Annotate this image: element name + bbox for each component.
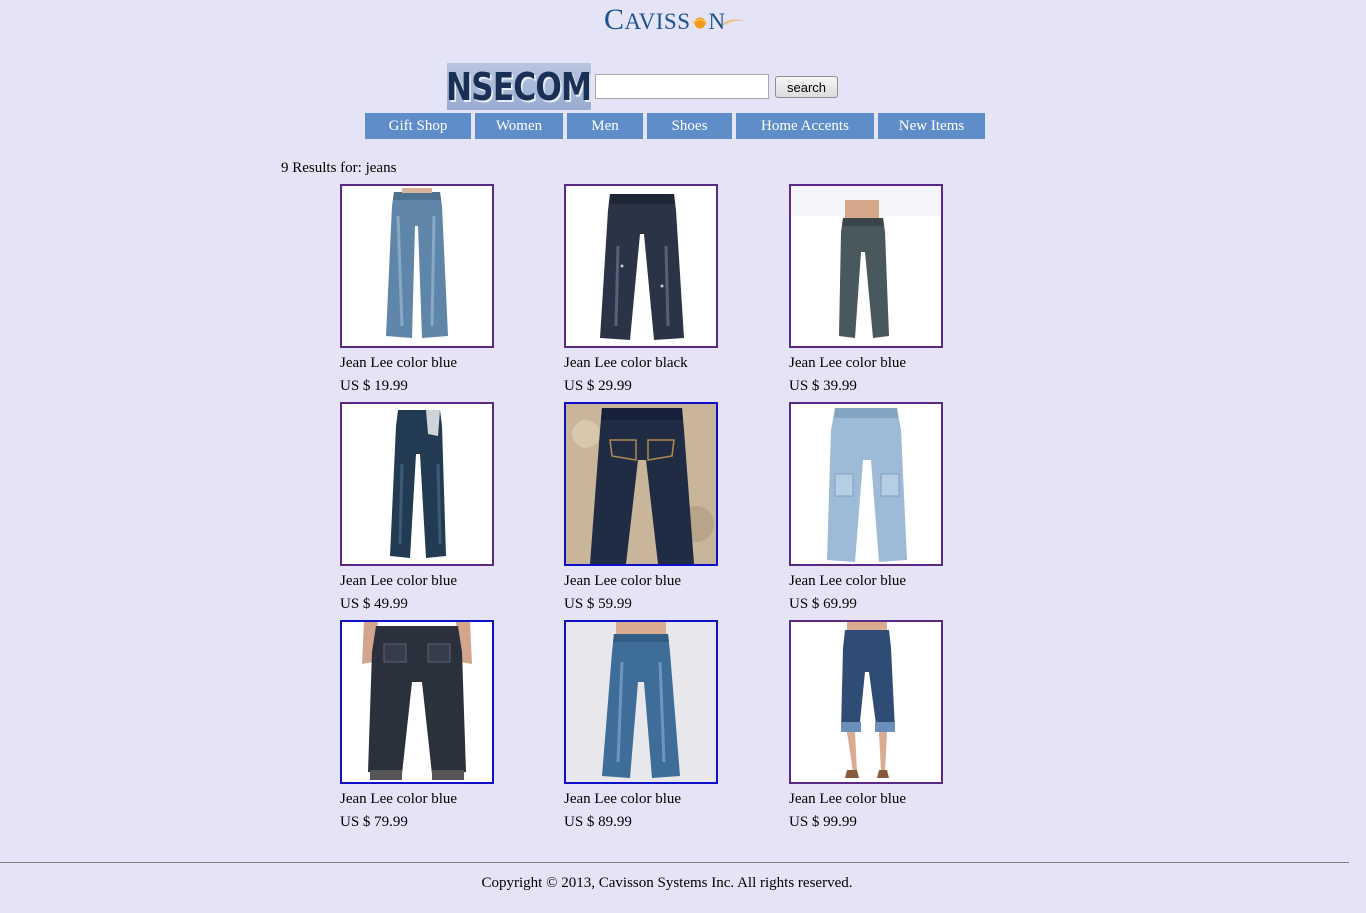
flare-jeans-photo bbox=[566, 622, 716, 782]
swoosh-icon bbox=[721, 19, 744, 26]
product-image-link[interactable] bbox=[564, 184, 718, 348]
product-price: US $ 99.99 bbox=[789, 814, 857, 830]
product-name[interactable]: Jean Lee color black bbox=[564, 354, 764, 372]
nav-new-items[interactable]: New Items bbox=[878, 113, 985, 139]
product-image-link[interactable] bbox=[789, 402, 943, 566]
product-image-link[interactable] bbox=[564, 402, 718, 566]
nsecom-banner: NSECOM bbox=[446, 63, 592, 110]
search-button[interactable]: search bbox=[775, 76, 838, 98]
back-view-jeans-photo bbox=[342, 622, 492, 782]
product-image-link[interactable] bbox=[340, 184, 494, 348]
product-price: US $ 89.99 bbox=[564, 814, 632, 830]
product-card: Jean Lee color blue US $ 79.99 bbox=[340, 620, 540, 831]
product-name[interactable]: Jean Lee color blue bbox=[340, 572, 540, 590]
logo-text: CAVISS bbox=[604, 3, 691, 36]
nav-men[interactable]: Men bbox=[567, 113, 643, 139]
nav-home-accents[interactable]: Home Accents bbox=[736, 113, 874, 139]
dark-wash-jeans-photo bbox=[566, 186, 716, 346]
product-name[interactable]: Jean Lee color blue bbox=[340, 790, 540, 808]
product-price: US $ 39.99 bbox=[789, 378, 857, 394]
product-price: US $ 29.99 bbox=[564, 378, 632, 394]
product-price: US $ 19.99 bbox=[340, 378, 408, 394]
nav-gift-shop[interactable]: Gift Shop bbox=[365, 113, 471, 139]
product-name[interactable]: Jean Lee color blue bbox=[789, 572, 989, 590]
footer-divider bbox=[0, 862, 1349, 863]
search-input[interactable] bbox=[595, 74, 769, 99]
product-card: Jean Lee color blue US $ 49.99 bbox=[340, 402, 540, 613]
product-card: Jean Lee color blue US $ 19.99 bbox=[340, 184, 540, 395]
main-nav: Gift Shop Women Men Shoes Home Accents N… bbox=[365, 113, 985, 139]
copyright-text: Copyright © 2013, Cavisson Systems Inc. … bbox=[481, 875, 853, 891]
product-name[interactable]: Jean Lee color blue bbox=[564, 790, 764, 808]
grey-jeans-photo bbox=[791, 186, 941, 346]
product-card: Jean Lee color blue US $ 59.99 bbox=[564, 402, 764, 613]
product-image-link[interactable] bbox=[789, 620, 943, 784]
product-card: Jean Lee color blue US $ 39.99 bbox=[789, 184, 989, 395]
product-image-link[interactable] bbox=[340, 402, 494, 566]
product-name[interactable]: Jean Lee color blue bbox=[789, 354, 989, 372]
product-price: US $ 79.99 bbox=[340, 814, 408, 830]
results-count: 9 Results for: jeans bbox=[281, 160, 397, 176]
cavisson-logo: CAVISS N bbox=[604, 3, 744, 38]
product-card: Jean Lee color blue US $ 89.99 bbox=[564, 620, 764, 831]
product-price: US $ 59.99 bbox=[564, 596, 632, 612]
straight-leg-jeans-photo bbox=[342, 404, 492, 564]
product-price: US $ 49.99 bbox=[340, 596, 408, 612]
product-card: Jean Lee color black US $ 29.99 bbox=[564, 184, 764, 395]
product-image-link[interactable] bbox=[789, 184, 943, 348]
sun-icon bbox=[691, 17, 708, 29]
product-card: Jean Lee color blue US $ 99.99 bbox=[789, 620, 989, 831]
product-image-link[interactable] bbox=[564, 620, 718, 784]
product-image-link[interactable] bbox=[340, 620, 494, 784]
product-card: Jean Lee color blue US $ 69.99 bbox=[789, 402, 989, 613]
wide-leg-jeans-photo bbox=[342, 186, 492, 346]
product-name[interactable]: Jean Lee color blue bbox=[564, 572, 764, 590]
nav-women[interactable]: Women bbox=[475, 113, 563, 139]
product-name[interactable]: Jean Lee color blue bbox=[789, 790, 989, 808]
light-wash-cargo-jeans-photo bbox=[791, 404, 941, 564]
cropped-jeans-photo bbox=[791, 622, 941, 782]
nav-shoes[interactable]: Shoes bbox=[647, 113, 732, 139]
product-name[interactable]: Jean Lee color blue bbox=[340, 354, 540, 372]
jeans-on-stone-photo bbox=[566, 404, 716, 564]
product-price: US $ 69.99 bbox=[789, 596, 857, 612]
